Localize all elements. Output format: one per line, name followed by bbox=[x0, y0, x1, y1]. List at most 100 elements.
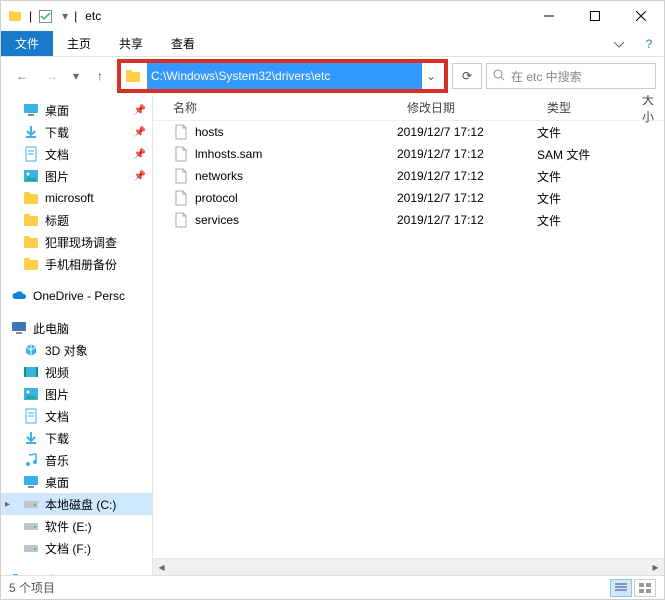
pin-icon: 📌 bbox=[134, 171, 146, 182]
file-list[interactable]: hosts2019/12/7 17:12文件lmhosts.sam2019/12… bbox=[153, 121, 664, 558]
view-details-button[interactable] bbox=[610, 579, 632, 597]
drive-icon bbox=[23, 496, 39, 512]
nav-label: 3D 对象 bbox=[45, 342, 88, 359]
nav-thispc[interactable]: 此电脑 bbox=[1, 317, 152, 339]
nav-label: 网络 bbox=[33, 572, 57, 576]
nav-quick-item[interactable]: 文档📌 bbox=[1, 143, 152, 165]
file-date: 2019/12/7 17:12 bbox=[397, 213, 537, 227]
nav-pane[interactable]: 桌面📌下载📌文档📌图片📌microsoft标题犯罪现场调查手机相册备份OneDr… bbox=[1, 95, 153, 575]
nav-pc-item[interactable]: 音乐 bbox=[1, 449, 152, 471]
file-icon bbox=[173, 212, 189, 228]
address-dropdown-button[interactable]: ⌄ bbox=[422, 63, 440, 89]
qat-dropdown[interactable]: ▾ bbox=[58, 5, 72, 27]
help-button[interactable]: ? bbox=[634, 31, 664, 56]
nav-label: 此电脑 bbox=[33, 320, 69, 337]
ribbon-collapse-button[interactable] bbox=[604, 31, 634, 56]
nav-pc-item[interactable]: 文档 (F:) bbox=[1, 537, 152, 559]
onedrive-icon bbox=[11, 288, 27, 304]
search-icon bbox=[493, 69, 505, 84]
minimize-button[interactable] bbox=[526, 1, 572, 31]
nav-quick-item[interactable]: 犯罪现场调查 bbox=[1, 231, 152, 253]
chevron-icon[interactable]: ▸ bbox=[5, 575, 17, 576]
tab-file[interactable]: 文件 bbox=[1, 31, 53, 56]
pic-icon bbox=[23, 168, 39, 184]
nav-pc-item[interactable]: 桌面 bbox=[1, 471, 152, 493]
tab-view[interactable]: 查看 bbox=[157, 31, 209, 56]
file-name: networks bbox=[195, 169, 243, 183]
nav-pc-item[interactable]: 3D 对象 bbox=[1, 339, 152, 361]
file-icon bbox=[173, 146, 189, 162]
nav-label: 文档 (F:) bbox=[45, 540, 91, 557]
qat-checkbox[interactable] bbox=[34, 5, 56, 27]
maximize-button[interactable] bbox=[572, 1, 618, 31]
file-date: 2019/12/7 17:12 bbox=[397, 147, 537, 161]
scroll-right-button[interactable]: ▸ bbox=[647, 559, 664, 576]
nav-quick-item[interactable]: microsoft bbox=[1, 187, 152, 209]
video-icon bbox=[23, 364, 39, 380]
nav-quick-item[interactable]: 桌面📌 bbox=[1, 99, 152, 121]
nav-quick-item[interactable]: 手机相册备份 bbox=[1, 253, 152, 275]
up-button[interactable]: ↑ bbox=[87, 63, 113, 89]
col-date[interactable]: 修改日期 bbox=[397, 99, 537, 116]
refresh-button[interactable]: ⟳ bbox=[452, 63, 482, 89]
back-button[interactable]: ← bbox=[9, 63, 35, 89]
nav-quick-item[interactable]: 图片 📌 bbox=[1, 165, 152, 187]
file-type: 文件 bbox=[537, 168, 632, 185]
file-name: services bbox=[195, 213, 239, 227]
nav-label: 标题 bbox=[45, 212, 69, 229]
nav-label: OneDrive - Persc bbox=[33, 289, 125, 303]
folder-icon bbox=[23, 256, 39, 272]
status-item-count: 5 个项目 bbox=[9, 579, 55, 596]
nav-quick-item[interactable]: 下载📌 bbox=[1, 121, 152, 143]
scroll-left-button[interactable]: ◂ bbox=[153, 559, 170, 576]
status-bar: 5 个项目 bbox=[1, 575, 664, 599]
nav-pc-item[interactable]: 视频 bbox=[1, 361, 152, 383]
file-row[interactable]: hosts2019/12/7 17:12文件 bbox=[153, 121, 664, 143]
nav-pc-item[interactable]: 下载 bbox=[1, 427, 152, 449]
horizontal-scrollbar[interactable]: ◂ ▸ bbox=[153, 558, 664, 575]
pin-icon: 📌 bbox=[134, 149, 146, 160]
folder-icon bbox=[23, 234, 39, 250]
file-row[interactable]: lmhosts.sam2019/12/7 17:12SAM 文件 bbox=[153, 143, 664, 165]
file-row[interactable]: protocol2019/12/7 17:12文件 bbox=[153, 187, 664, 209]
pic-icon bbox=[23, 386, 39, 402]
nav-quick-item[interactable]: 标题 bbox=[1, 209, 152, 231]
3d-icon bbox=[23, 342, 39, 358]
nav-label: 犯罪现场调查 bbox=[45, 234, 117, 251]
forward-button[interactable]: → bbox=[39, 63, 65, 89]
col-name[interactable]: 名称 bbox=[153, 99, 397, 116]
nav-label: 手机相册备份 bbox=[45, 256, 117, 273]
close-button[interactable] bbox=[618, 1, 664, 31]
drive-icon bbox=[23, 518, 39, 534]
column-headers: 名称 修改日期 类型 大小 bbox=[153, 95, 664, 121]
search-input[interactable]: 在 etc 中搜索 bbox=[486, 63, 656, 89]
nav-pc-item[interactable]: 文档 bbox=[1, 405, 152, 427]
ribbon: 文件 主页 共享 查看 ? bbox=[1, 31, 664, 57]
search-placeholder: 在 etc 中搜索 bbox=[511, 68, 582, 85]
tab-home[interactable]: 主页 bbox=[53, 31, 105, 56]
nav-pc-item[interactable]: 图片 bbox=[1, 383, 152, 405]
nav-onedrive[interactable]: OneDrive - Persc bbox=[1, 285, 152, 307]
nav-network[interactable]: ▸ 网络 bbox=[1, 569, 152, 575]
file-row[interactable]: networks2019/12/7 17:12文件 bbox=[153, 165, 664, 187]
file-row[interactable]: services2019/12/7 17:12文件 bbox=[153, 209, 664, 231]
nav-label: 桌面 bbox=[45, 474, 69, 491]
nav-pc-item[interactable]: ▸本地磁盘 (C:) bbox=[1, 493, 152, 515]
nav-label: 下载 bbox=[45, 430, 69, 447]
music-icon bbox=[23, 452, 39, 468]
thispc-icon bbox=[11, 320, 27, 336]
chevron-icon[interactable]: ▸ bbox=[5, 499, 17, 510]
tab-share[interactable]: 共享 bbox=[105, 31, 157, 56]
file-date: 2019/12/7 17:12 bbox=[397, 125, 537, 139]
address-bar-highlight: ⌄ bbox=[117, 59, 448, 93]
window-title: etc bbox=[85, 9, 526, 23]
view-thumbnails-button[interactable] bbox=[634, 579, 656, 597]
nav-pc-item[interactable]: 软件 (E:) bbox=[1, 515, 152, 537]
titlebar: | ▾ | etc bbox=[1, 1, 664, 31]
recent-locations-button[interactable]: ▾ bbox=[69, 63, 83, 89]
scroll-track[interactable] bbox=[170, 559, 647, 575]
nav-label: 图片 bbox=[45, 168, 69, 185]
nav-label: 音乐 bbox=[45, 452, 69, 469]
address-input[interactable] bbox=[147, 63, 422, 89]
col-type[interactable]: 类型 bbox=[537, 99, 632, 116]
